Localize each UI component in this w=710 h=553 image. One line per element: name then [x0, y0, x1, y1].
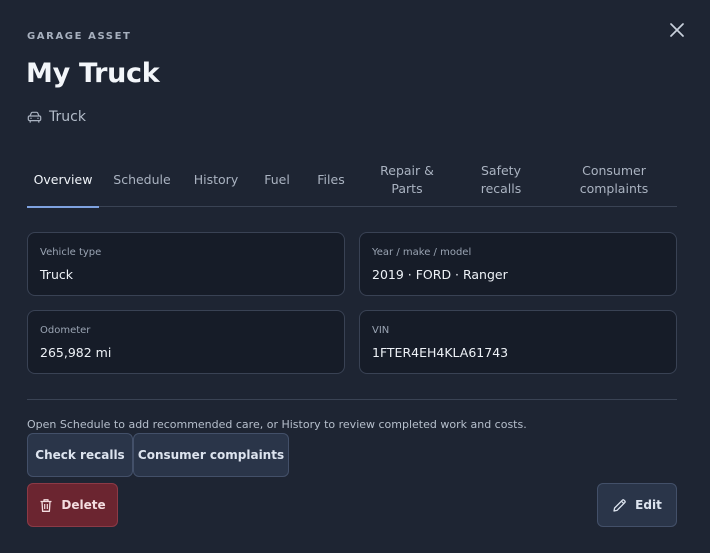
car-icon [27, 111, 42, 123]
year-make-model-value: 2019 · FORD · Ranger [372, 267, 508, 282]
vin-value: 1FTER4EH4KLA61743 [372, 345, 509, 360]
tab-repair-parts[interactable]: Repair & Parts [373, 154, 441, 206]
tab-safety-recalls[interactable]: Safety recalls [466, 154, 536, 206]
eyebrow-label: GARAGE ASSET [27, 31, 132, 42]
tab-schedule[interactable]: Schedule [107, 154, 177, 206]
vehicle-type-card: Vehicle type Truck [27, 232, 345, 296]
close-button[interactable] [665, 18, 689, 42]
consumer-complaints-button[interactable]: Consumer complaints [133, 433, 289, 477]
odometer-card: Odometer 265,982 mi [27, 310, 345, 374]
pencil-icon [613, 498, 627, 512]
delete-button[interactable]: Delete [27, 483, 118, 527]
trash-icon [40, 498, 52, 512]
tab-history[interactable]: History [189, 154, 243, 206]
tab-fuel[interactable]: Fuel [257, 154, 297, 206]
year-make-model-label: Year / make / model [372, 247, 472, 258]
vin-card: VIN 1FTER4EH4KLA61743 [359, 310, 677, 374]
vehicle-type-value: Truck [40, 267, 73, 282]
section-divider [27, 399, 677, 400]
delete-label: Delete [61, 498, 106, 512]
tab-bar: Overview Schedule History Fuel Files Rep… [27, 154, 677, 208]
tab-files[interactable]: Files [310, 154, 352, 206]
tab-overview[interactable]: Overview [27, 154, 99, 208]
consumer-complaints-label: Consumer complaints [137, 448, 285, 462]
vin-label: VIN [372, 325, 390, 336]
vehicle-type-label: Vehicle type [40, 247, 102, 258]
check-recalls-label: Check recalls [35, 448, 125, 462]
odometer-label: Odometer [40, 325, 91, 336]
close-icon [670, 23, 684, 37]
odometer-value: 265,982 mi [40, 345, 112, 360]
check-recalls-button[interactable]: Check recalls [27, 433, 133, 477]
edit-label: Edit [635, 498, 662, 512]
vehicle-subtitle: Truck [27, 108, 86, 126]
asset-dialog: GARAGE ASSET My Truck Truck Overview Sch… [0, 0, 710, 553]
tab-consumer-complaints[interactable]: Consumer complaints [568, 154, 660, 206]
year-make-model-card: Year / make / model 2019 · FORD · Ranger [359, 232, 677, 296]
edit-button[interactable]: Edit [597, 483, 677, 527]
help-text: Open Schedule to add recommended care, o… [27, 418, 527, 431]
page-title: My Truck [26, 58, 160, 89]
subtitle-text: Truck [49, 109, 86, 125]
